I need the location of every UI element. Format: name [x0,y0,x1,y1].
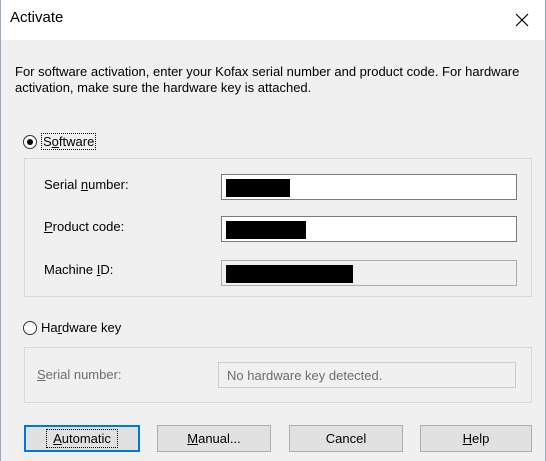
software-radio-button[interactable] [23,134,37,149]
instructions-text: For software activation, enter your Kofa… [15,64,520,95]
redacted-value [226,265,353,283]
hardware-key-radio-button[interactable] [23,320,37,335]
close-button[interactable] [499,0,545,40]
redacted-value [226,221,306,239]
title-bar: Activate [1,0,545,40]
help-button-label: Help [462,431,490,446]
automatic-button-label: Automatic [46,429,118,448]
manual-button[interactable]: Manual... [157,425,271,452]
hardware-serial-value: No hardware key detected. [227,368,383,383]
machine-id-label: Machine ID: [44,262,114,277]
hardware-serial-number-label: Serial number: [37,367,122,382]
software-radio[interactable]: Software [23,133,97,150]
serial-number-label: Serial number: [44,177,129,192]
software-radio-label: Software [41,133,97,150]
automatic-button[interactable]: Automatic [24,425,140,452]
hardware-key-radio[interactable]: Hardware key [23,320,121,335]
window-title: Activate [10,9,64,26]
redacted-value [226,179,290,197]
help-button[interactable]: Help [420,425,532,452]
activate-dialog: Activate For software activation, enter … [0,0,546,461]
cancel-button-label: Cancel [325,431,367,446]
product-code-input[interactable] [221,216,517,242]
manual-button-label: Manual... [187,431,241,446]
hardware-serial-number-field[interactable]: No hardware key detected. [218,362,516,388]
serial-number-input[interactable] [221,174,517,200]
product-code-label: Product code: [44,219,125,234]
close-icon [515,13,529,27]
cancel-button[interactable]: Cancel [289,425,403,452]
machine-id-field[interactable] [221,260,517,286]
hardware-key-radio-label: Hardware key [41,320,122,335]
